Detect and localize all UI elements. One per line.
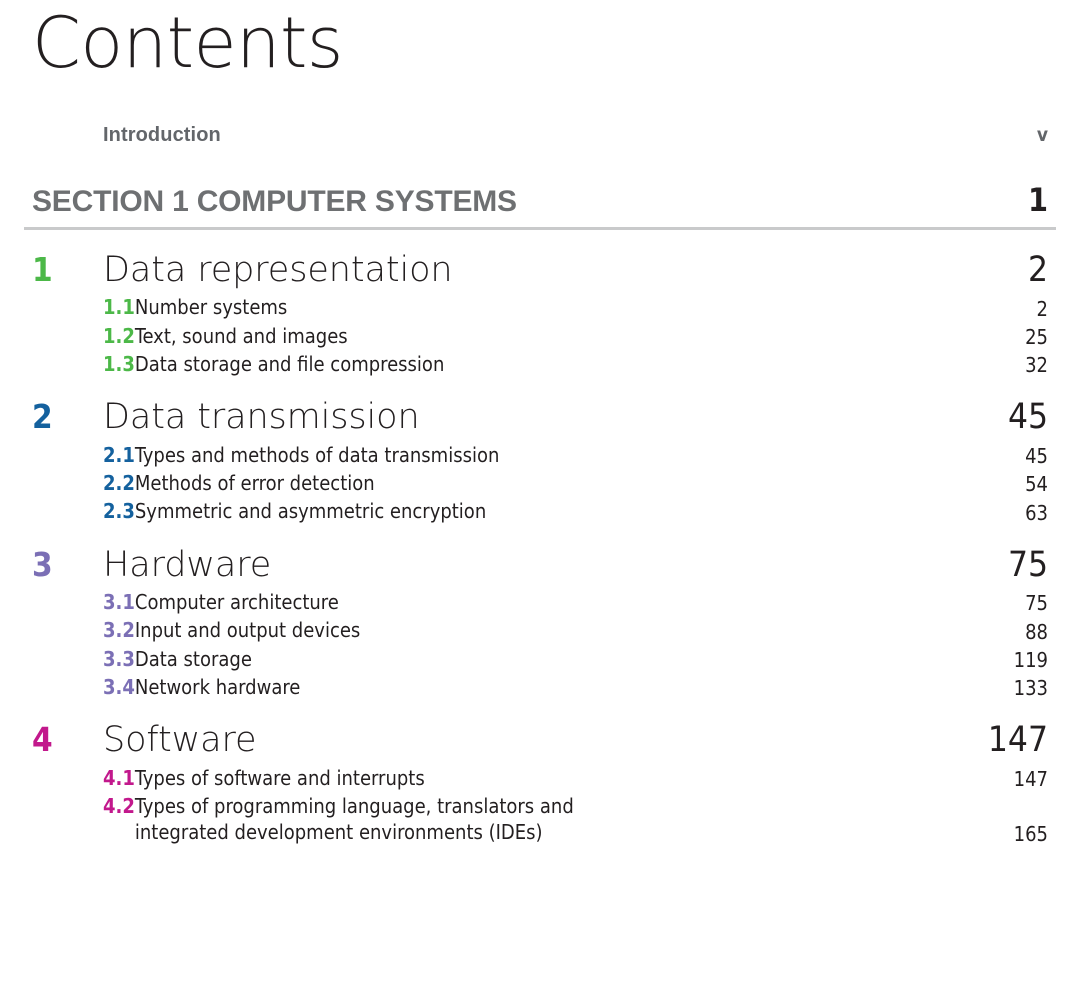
subsection-number: 3.3 <box>103 646 135 671</box>
subsection-title-line-1: Types of programming language, translato… <box>134 794 574 819</box>
subsection-list: 3.1 Computer architecture 75 3.2 Input and o… <box>32 589 1048 701</box>
subsection-row[interactable]: 1.2 Text, sound and images 25 <box>32 323 1048 349</box>
subsection-title: Types and methods of data transmission <box>134 442 500 467</box>
subsection-number: 4.2 <box>103 794 135 819</box>
subsection-title: Types of programming language, translato… <box>135 793 1014 846</box>
subsection-title: Symmetric and asymmetric encryption <box>134 499 487 524</box>
chapter-page-number: 2 <box>1027 250 1048 290</box>
chapter-title: Data representation <box>103 250 453 290</box>
chapter-header-row[interactable]: 2 Data transmission 45 <box>32 397 1048 437</box>
frontmatter-page-number: v <box>1036 124 1048 146</box>
subsection-page-number: 45 <box>1025 443 1048 468</box>
subsection-row[interactable]: 3.1 Computer architecture 75 <box>32 589 1048 615</box>
chapter-header-row[interactable]: 1 Data representation 2 <box>32 250 1048 290</box>
subsection-list: 1.1 Number systems 2 1.2 Text, sound and ima… <box>32 294 1048 377</box>
subsection-row[interactable]: 2.3 Symmetric and asymmetric encryption 63 <box>32 498 1048 524</box>
subsection-page-number: 165 <box>1013 821 1048 846</box>
subsection-title: Number systems <box>134 295 288 320</box>
subsection-page-number: 75 <box>1025 591 1048 616</box>
subsection-number: 3.2 <box>103 618 135 643</box>
subsection-list: 2.1 Types and methods of data transmissio… <box>32 442 1048 525</box>
subsection-row[interactable]: 3.3 Data storage 119 <box>32 646 1048 672</box>
frontmatter-label: Introduction <box>103 124 221 146</box>
chapter-page-number: 147 <box>987 720 1048 761</box>
subsection-title: Methods of error detection <box>134 470 375 495</box>
frontmatter-list: Introduction v <box>24 124 1056 147</box>
subsection-page-number: 119 <box>1013 648 1048 673</box>
chapter-list: 1 Data representation 2 1.1 Number systems 2 1… <box>24 250 1056 846</box>
chapter-title: Hardware <box>103 544 272 585</box>
subsection-row[interactable]: 4.2 Types of programming language, transl… <box>32 793 1048 846</box>
chapter-block: 1 Data representation 2 1.1 Number systems 2 1… <box>24 250 1056 377</box>
subsection-title: Types of software and interrupts <box>134 765 425 790</box>
subsection-title: Network hardware <box>134 675 301 700</box>
chapter-block: 4 Software 147 4.1 Types of software and int… <box>24 720 1056 845</box>
chapter-block: 3 Hardware 75 3.1 Computer architecture 75 3.2… <box>24 545 1056 701</box>
chapter-header-row[interactable]: 3 Hardware 75 <box>32 545 1048 585</box>
subsection-title: Data storage and file compression <box>134 351 445 376</box>
subsection-title: Input and output devices <box>134 618 361 643</box>
section-page-number: 1 <box>1027 181 1048 219</box>
chapter-number: 4 <box>32 720 53 760</box>
subsection-row[interactable]: 1.1 Number systems 2 <box>32 294 1048 320</box>
chapter-title: Software <box>103 720 257 761</box>
section-header: SECTION 1 COMPUTER SYSTEMS 1 <box>24 181 1056 230</box>
subsection-row[interactable]: 2.1 Types and methods of data transmissio… <box>32 442 1048 468</box>
subsection-number: 1.1 <box>103 295 135 320</box>
subsection-page-number: 88 <box>1025 619 1048 644</box>
subsection-number: 4.1 <box>103 765 135 790</box>
contents-page: Contents Introduction v SECTION 1 COMPUT… <box>0 0 1080 1003</box>
subsection-row[interactable]: 3.2 Input and output devices 88 <box>32 617 1048 643</box>
subsection-page-number: 63 <box>1025 500 1048 525</box>
subsection-title-line-2: integrated development environments (IDE… <box>134 820 543 845</box>
subsection-page-number: 133 <box>1013 676 1048 701</box>
section-label: SECTION 1 COMPUTER SYSTEMS <box>32 185 517 218</box>
chapter-number: 1 <box>32 250 53 289</box>
subsection-title: Text, sound and images <box>134 323 348 348</box>
subsection-row[interactable]: 2.2 Methods of error detection 54 <box>32 470 1048 496</box>
chapter-page-number: 45 <box>1007 397 1048 438</box>
chapter-title: Data transmission <box>103 397 420 438</box>
subsection-row[interactable]: 4.1 Types of software and interrupts 147 <box>32 765 1048 791</box>
subsection-number: 3.1 <box>103 589 135 614</box>
subsection-page-number: 54 <box>1025 472 1048 497</box>
subsection-title: Data storage <box>134 646 252 671</box>
subsection-number: 1.2 <box>103 323 135 348</box>
subsection-number: 3.4 <box>103 675 135 700</box>
subsection-page-number: 25 <box>1025 324 1048 349</box>
subsection-title: Computer architecture <box>134 589 339 614</box>
frontmatter-row-introduction[interactable]: Introduction v <box>103 124 1048 147</box>
chapter-number: 2 <box>32 397 53 437</box>
subsection-number: 1.3 <box>103 351 135 376</box>
chapter-number: 3 <box>32 544 53 584</box>
subsection-page-number: 32 <box>1025 353 1048 378</box>
subsection-row[interactable]: 1.3 Data storage and file compression 32 <box>32 351 1048 377</box>
subsection-number: 2.3 <box>103 499 135 524</box>
subsection-page-number: 2 <box>1036 296 1048 321</box>
subsection-list: 4.1 Types of software and interrupts 147 4.… <box>32 765 1048 846</box>
subsection-page-number: 147 <box>1013 767 1048 792</box>
chapter-block: 2 Data transmission 45 2.1 Types and methods… <box>24 397 1056 524</box>
subsection-number: 2.2 <box>103 470 135 495</box>
chapter-page-number: 75 <box>1007 544 1048 585</box>
chapter-header-row[interactable]: 4 Software 147 <box>32 720 1048 760</box>
subsection-number: 2.1 <box>103 442 135 467</box>
page-title: Contents <box>32 2 343 84</box>
subsection-row[interactable]: 3.4 Network hardware 133 <box>32 674 1048 700</box>
